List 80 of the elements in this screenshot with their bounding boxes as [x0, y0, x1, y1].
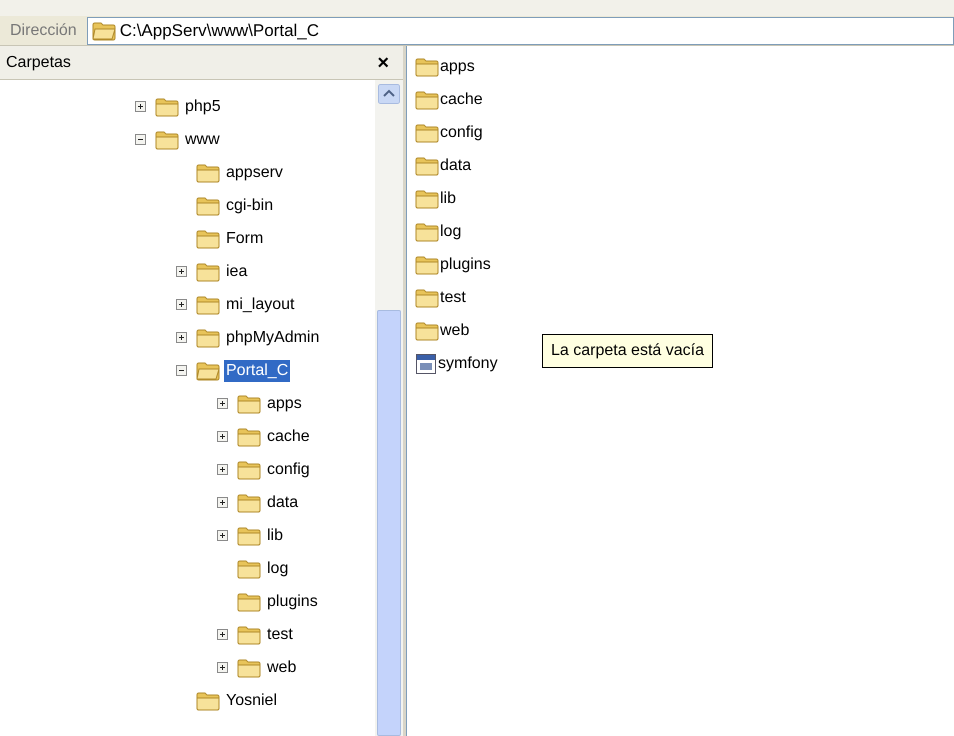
- tree-item[interactable]: appserv: [224, 162, 285, 184]
- folder-icon: [237, 658, 261, 678]
- tree-item[interactable]: web: [265, 656, 298, 678]
- tree-item[interactable]: apps: [265, 392, 304, 414]
- tree-item[interactable]: data: [265, 492, 300, 514]
- expand-icon[interactable]: [135, 101, 146, 112]
- address-label: Dirección: [9, 20, 78, 40]
- expand-icon[interactable]: [176, 332, 187, 343]
- file-item[interactable]: test: [440, 286, 466, 310]
- file-item[interactable]: lib: [440, 186, 456, 210]
- folder-icon: [155, 130, 179, 150]
- folder-icon: [196, 228, 220, 248]
- file-item[interactable]: plugins: [440, 252, 491, 276]
- tree-item[interactable]: cgi-bin: [224, 194, 276, 216]
- folder-icon: [196, 328, 220, 348]
- folder-icon: [415, 288, 439, 308]
- folder-icon: [415, 254, 439, 274]
- expand-icon[interactable]: [217, 497, 228, 508]
- folder-icon: [415, 320, 439, 340]
- file-item[interactable]: config: [440, 120, 483, 144]
- tree-item[interactable]: Portal_C: [224, 360, 290, 382]
- folder-icon: [237, 460, 261, 480]
- folder-icon: [237, 558, 261, 578]
- folder-icon: [237, 394, 261, 414]
- folder-icon: [155, 96, 179, 116]
- folder-icon: [415, 90, 439, 110]
- scrollbar[interactable]: [375, 80, 403, 736]
- expand-icon[interactable]: [176, 266, 187, 277]
- folder-icon: [196, 162, 220, 182]
- expand-icon[interactable]: [217, 629, 228, 640]
- expand-icon[interactable]: [217, 431, 228, 442]
- pane-title: Carpetas: [6, 52, 71, 72]
- tree-item[interactable]: Yosniel: [224, 690, 280, 712]
- folder-icon: [415, 56, 439, 76]
- tree-item[interactable]: php5: [183, 96, 223, 118]
- file-item[interactable]: web: [440, 318, 470, 342]
- file-item[interactable]: log: [440, 220, 462, 244]
- file-item[interactable]: data: [440, 154, 472, 178]
- tree-item[interactable]: test: [265, 624, 295, 646]
- collapse-icon[interactable]: [176, 365, 187, 376]
- folder-icon: [196, 294, 220, 314]
- address-field[interactable]: C:\AppServ\www\Portal_C: [86, 16, 954, 44]
- expand-icon[interactable]: [217, 398, 228, 409]
- script-file-icon: [415, 352, 437, 374]
- tree-item[interactable]: config: [265, 458, 312, 480]
- folder-icon: [237, 426, 261, 446]
- folder-icon: [196, 690, 220, 710]
- folder-icon: [415, 222, 439, 242]
- tooltip: La carpeta está vacía: [542, 334, 713, 368]
- tree-item[interactable]: phpMyAdmin: [224, 326, 322, 348]
- file-item[interactable]: cache: [440, 88, 483, 112]
- scroll-up-icon[interactable]: [378, 84, 400, 104]
- tree-item[interactable]: cache: [265, 426, 312, 448]
- tree-item[interactable]: iea: [224, 260, 250, 282]
- tree-item[interactable]: mi_layout: [224, 294, 296, 316]
- expand-icon[interactable]: [176, 299, 187, 310]
- tree-item[interactable]: www: [183, 128, 222, 150]
- expand-icon[interactable]: [217, 662, 228, 673]
- expand-icon[interactable]: [217, 530, 228, 541]
- tree-item[interactable]: lib: [265, 524, 286, 546]
- folder-icon: [415, 156, 439, 176]
- tree-item[interactable]: log: [265, 558, 290, 580]
- folder-icon: [196, 262, 220, 282]
- file-item[interactable]: apps: [440, 54, 475, 78]
- folder-icon: [237, 492, 261, 512]
- folder-icon: [237, 624, 261, 644]
- folder-icon: [196, 196, 220, 216]
- file-item[interactable]: symfony: [438, 352, 498, 376]
- folder-icon: [415, 188, 439, 208]
- tree-item[interactable]: plugins: [265, 590, 320, 612]
- folder-icon: [237, 526, 261, 546]
- folder-icon: [237, 592, 261, 612]
- folder-icon: [196, 360, 220, 380]
- folder-icon: [415, 122, 439, 142]
- scroll-thumb[interactable]: [377, 310, 401, 736]
- tree-item[interactable]: Form: [224, 228, 266, 250]
- collapse-icon[interactable]: [135, 134, 146, 145]
- folder-icon: [92, 20, 116, 40]
- expand-icon[interactable]: [217, 464, 228, 475]
- close-button[interactable]: ×: [369, 52, 397, 72]
